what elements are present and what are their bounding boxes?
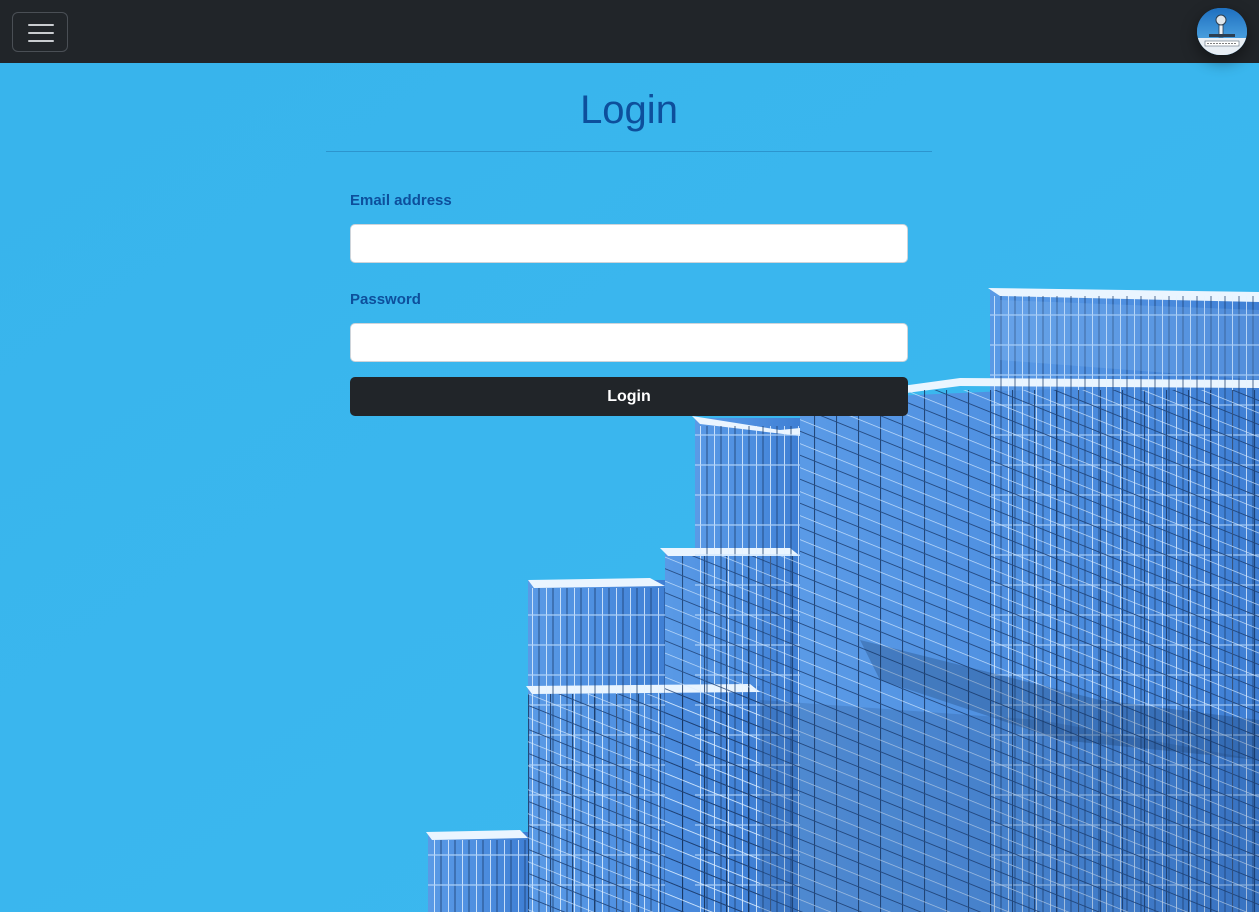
email-input[interactable] [350,224,908,263]
page-title: Login [580,88,678,132]
password-label: Password [350,291,421,308]
top-navbar [0,0,1259,63]
login-button[interactable]: Login [350,377,908,416]
user-avatar-icon [1197,8,1247,55]
title-divider [326,151,932,152]
navbar-toggler-button[interactable] [12,12,68,52]
password-input[interactable] [350,323,908,362]
user-avatar[interactable] [1197,8,1247,55]
email-label: Email address [350,192,452,209]
hamburger-menu-icon [28,23,54,43]
login-form: Email address Password Login [350,191,908,416]
login-panel: Login Email address Password Login [326,63,932,416]
